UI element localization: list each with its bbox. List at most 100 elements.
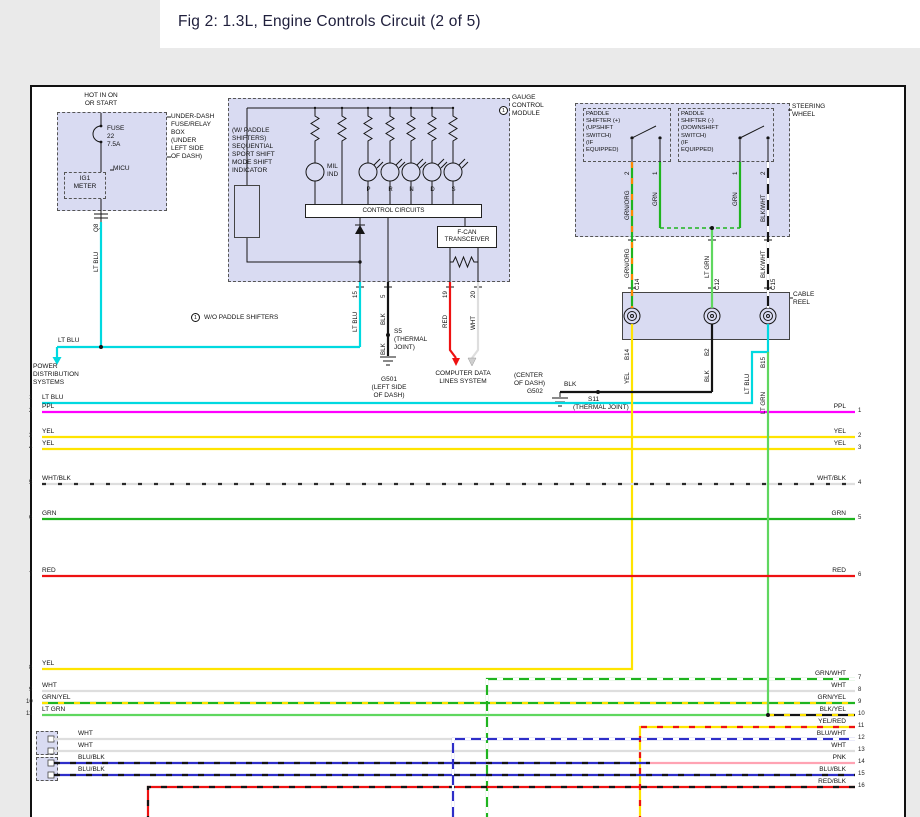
computer-data-lines-label: COMPUTER DATA LINES SYSTEM xyxy=(424,370,502,386)
wire19-label: RED xyxy=(442,315,449,328)
stripe-red-blk xyxy=(148,787,855,817)
paddle-up-label: PADDLE SHIFTER (+) (UPSHIFT SWITCH) (IF … xyxy=(586,111,620,154)
reel-yel-label: YEL xyxy=(624,372,631,384)
wire20-label: WHT xyxy=(470,316,477,330)
paddle-up-pin1-label: 1 xyxy=(652,172,659,175)
grn-label-2: GRN xyxy=(732,192,739,206)
row-num-r9: 9 xyxy=(858,699,861,705)
bl-blublk1-label: BLU/BLK xyxy=(78,754,105,762)
power-dist-label: POWER DISTRIBUTION SYSTEMS xyxy=(33,363,79,387)
row-label-r10: BLK/YEL xyxy=(786,706,846,714)
reel-blk-label: BLK xyxy=(704,370,711,382)
row-label-r14: PNK xyxy=(786,754,846,762)
fcan-label: F-CAN TRANSCEIVER xyxy=(445,230,490,244)
wire-runs xyxy=(42,162,855,817)
g502-blk-label: BLK xyxy=(564,381,576,389)
row-num-l5: 5 xyxy=(29,480,32,486)
row-label-r6: RED xyxy=(786,567,846,575)
b2-label: B2 xyxy=(704,348,711,356)
wire-grn xyxy=(42,162,855,817)
reel-ltblu-label: LT BLU xyxy=(744,374,751,394)
note1-marker: 1 xyxy=(191,313,200,322)
row-label-l7: RED xyxy=(42,567,56,575)
gear-p-label: P xyxy=(364,187,373,193)
b15-label: B15 xyxy=(760,357,767,368)
hot-in-on-label: HOT IN ON OR START xyxy=(72,92,130,108)
wo-paddle-note: W/O PADDLE SHIFTERS xyxy=(204,314,278,322)
row-num-l11: 11 xyxy=(26,711,32,717)
s5-label: S5 (THERMAL JOINT) xyxy=(394,328,427,352)
blk-wht-label: BLK/WHT xyxy=(760,194,767,222)
mil-ind-label: MIL IND xyxy=(327,163,338,179)
paddle-down-label: PADDLE SHIFTER (-) (DOWNSHIFT SWITCH) (I… xyxy=(681,111,719,154)
pin15-label: 15 xyxy=(352,291,359,298)
s11-label: S11 xyxy=(588,396,599,404)
row-num-l3: 3 xyxy=(29,433,32,439)
row-num-r13: 13 xyxy=(858,747,865,753)
bl-wht2-label: WHT xyxy=(78,742,93,750)
blk-wht-below-label: BLK/WHT xyxy=(760,250,767,278)
wire-lt-grn xyxy=(42,228,768,715)
row-label-r7: GRN/WHT xyxy=(786,670,846,678)
grn-org-below-label: GRN/ORG xyxy=(624,248,631,278)
pin20-label: 20 xyxy=(470,291,477,298)
row-label-r5: GRN xyxy=(786,510,846,518)
row-num-r1: 1 xyxy=(858,408,861,414)
pin5-label: 5 xyxy=(380,295,387,298)
row-label-l4: YEL xyxy=(42,440,54,448)
row-num-l9: 9 xyxy=(29,687,32,693)
row-label-l11: LT GRN xyxy=(42,706,65,714)
row-num-r3: 3 xyxy=(858,445,861,451)
row-label-l8: YEL xyxy=(42,660,54,668)
row-label-r16: RED/BLK xyxy=(786,778,846,786)
row-label-l1: LT BLU xyxy=(42,394,63,402)
g502-loc-label: (CENTER OF DASH) xyxy=(514,372,545,388)
c15-label: C15 xyxy=(770,279,777,290)
gauge-module-label: GAUGE CONTROL MODULE xyxy=(512,94,544,118)
row-num-r4: 4 xyxy=(858,480,861,486)
note1-marker-module: 1 xyxy=(499,106,508,115)
micu-label: MICU xyxy=(113,165,130,173)
gear-r-label: R xyxy=(386,187,395,193)
paddle-up-pin2-label: 2 xyxy=(624,172,631,175)
row-label-r11: YEL/RED xyxy=(786,718,846,726)
row-label-r2: YEL xyxy=(786,428,846,436)
row-label-r12: BLU/WHT xyxy=(786,730,846,738)
row-label-l5: WHT/BLK xyxy=(42,475,71,483)
row-num-l4: 4 xyxy=(29,445,32,451)
control-circuits-label: CONTROL CIRCUITS xyxy=(362,208,424,215)
gear-s-label: S xyxy=(449,187,458,193)
row-num-l8: 8 xyxy=(29,665,32,671)
row-label-r15: BLU/BLK xyxy=(786,766,846,774)
wire-wht xyxy=(42,282,855,751)
row-num-r8: 8 xyxy=(858,687,861,693)
wiring-svg xyxy=(0,0,920,817)
row-label-r9: GRN/YEL xyxy=(786,694,846,702)
bl-blublk2-label: BLU/BLK xyxy=(78,766,105,774)
module-sub-label: (W/ PADDLE SHIFTERS) SEQUENTIAL SPORT SH… xyxy=(232,127,275,175)
b14-label: B14 xyxy=(624,349,631,360)
row-label-r3: YEL xyxy=(786,440,846,448)
row-label-l10: GRN/YEL xyxy=(42,694,71,702)
can-red-arrow xyxy=(452,358,460,366)
paddle-dn-pin1-label: 1 xyxy=(732,172,739,175)
page: { "header": {"title": "Fig 2: 1.3L, Engi… xyxy=(0,0,920,817)
wire5-label: BLK xyxy=(380,313,387,325)
grn-org-label: GRN/ORG xyxy=(624,190,631,220)
fuse-label: FUSE 22 7.5A xyxy=(107,125,124,149)
row-num-r11: 11 xyxy=(858,723,864,729)
g501-label: G501 (LEFT SIDE OF DASH) xyxy=(362,376,416,400)
s11-joint-label: (THERMAL JOINT) xyxy=(573,404,629,412)
wire15-label: LT BLU xyxy=(352,312,359,332)
row-num-r6: 6 xyxy=(858,572,861,578)
row-num-r16: 16 xyxy=(858,783,865,789)
reel-ltgrn-label: LT GRN xyxy=(760,392,767,414)
row-num-r7: 7 xyxy=(858,675,861,681)
bl-wht1-label: WHT xyxy=(78,730,93,738)
lt-blu-feed-label: LT BLU xyxy=(58,337,79,345)
row-num-l1: 1 xyxy=(29,395,32,401)
row-label-r13: WHT xyxy=(786,742,846,750)
row-num-r12: 12 xyxy=(858,735,865,741)
can-wht-arrow xyxy=(468,358,476,366)
wire-red xyxy=(42,282,855,817)
